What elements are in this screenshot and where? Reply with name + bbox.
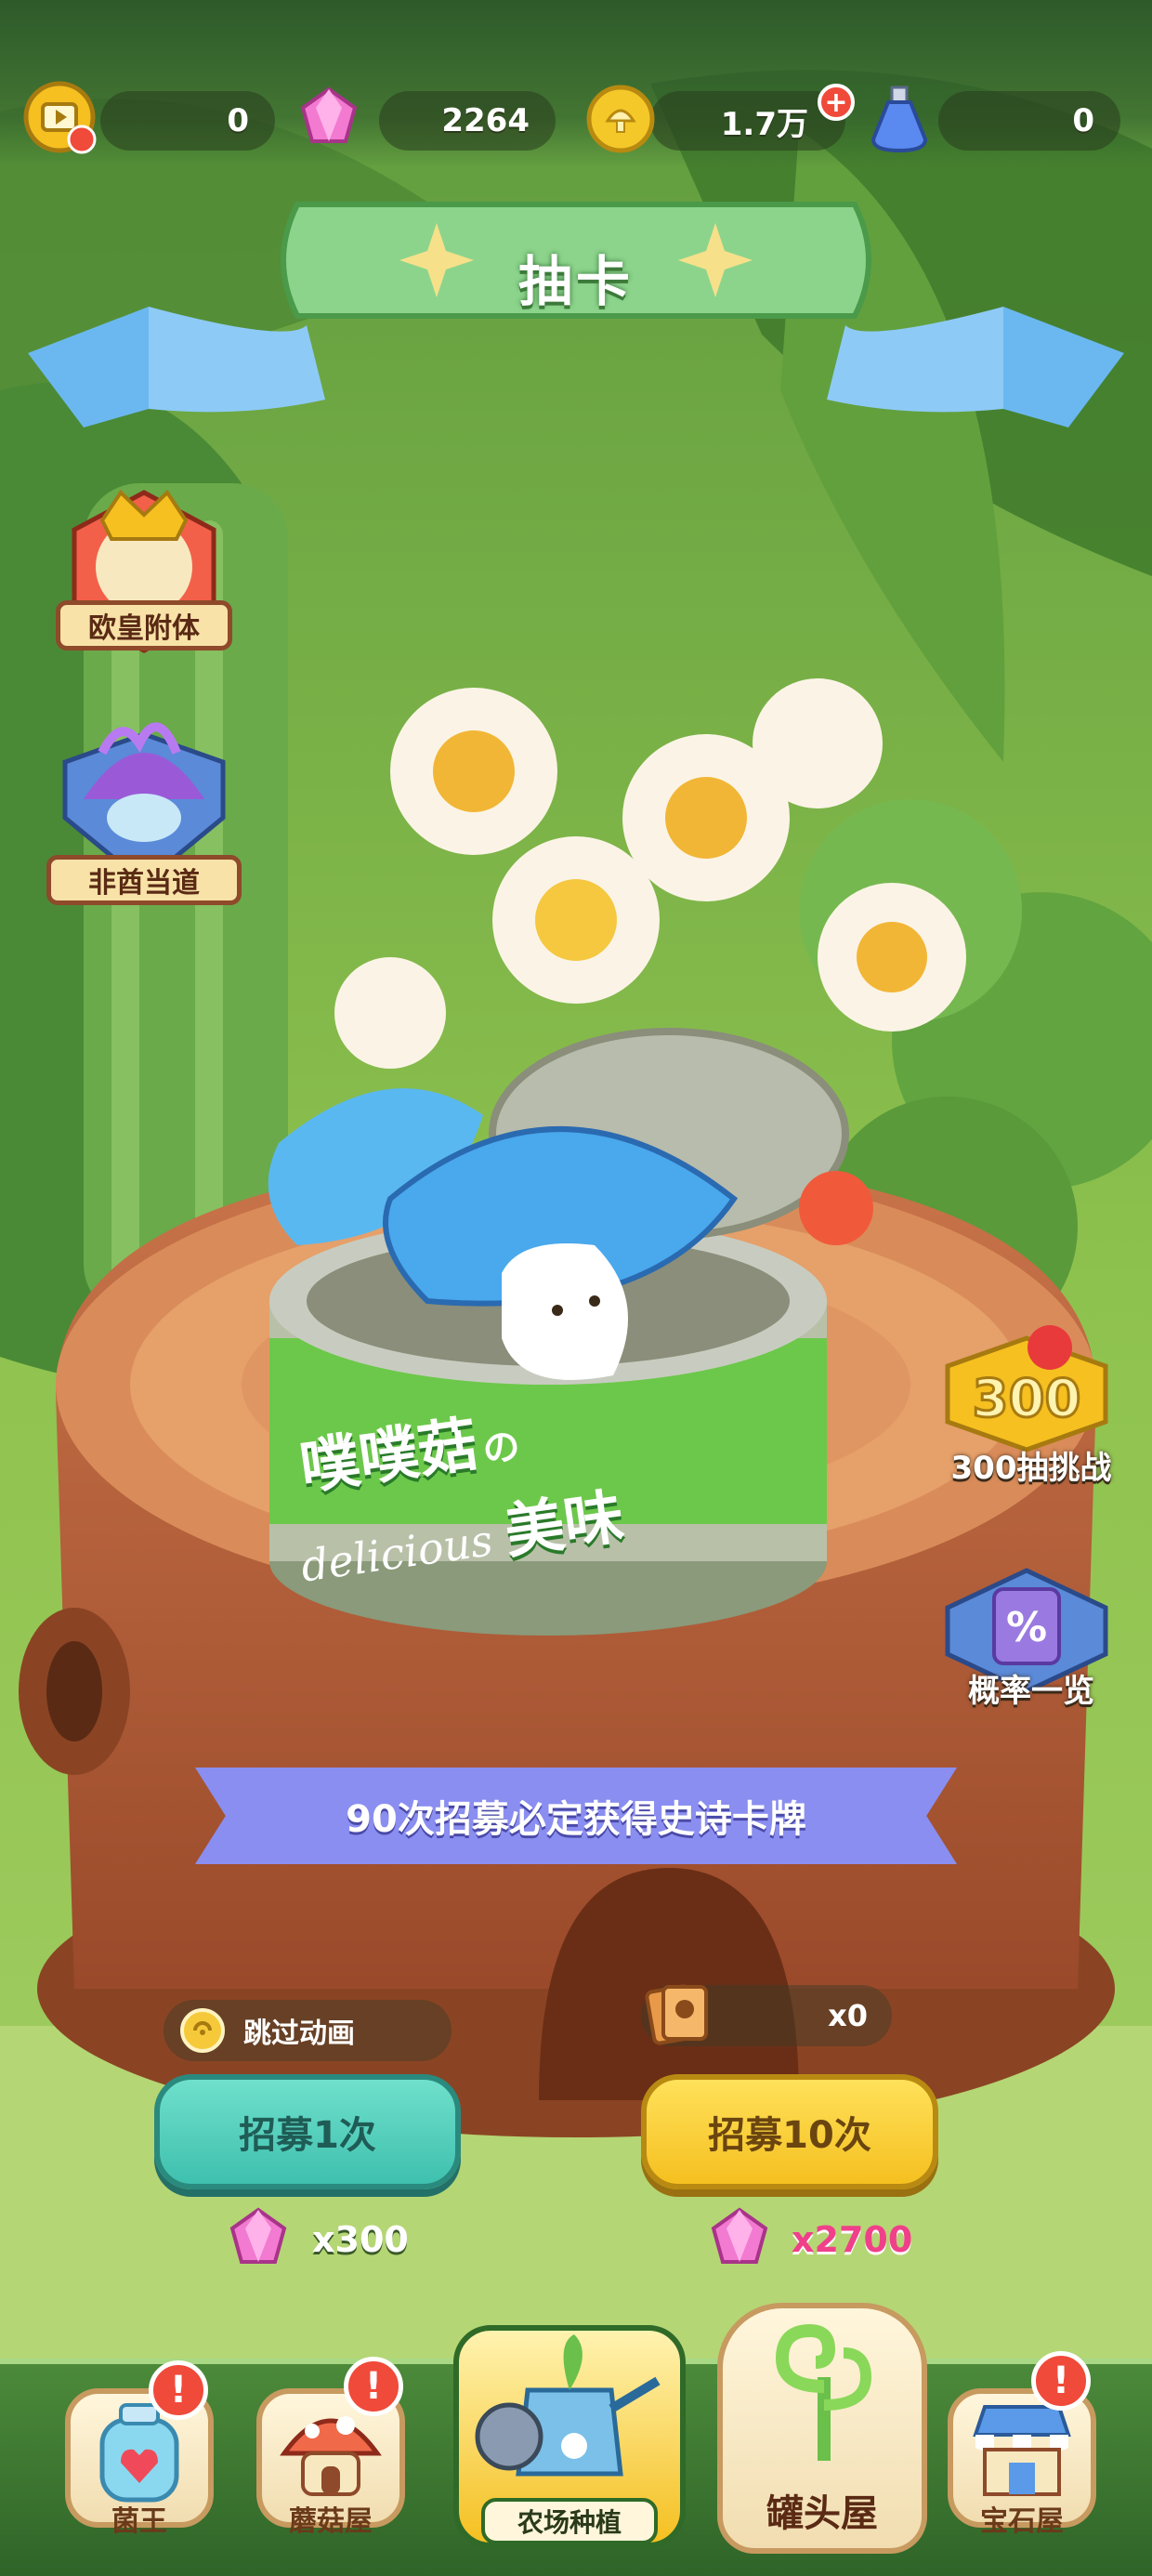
- pink-gem-icon: [229, 2207, 287, 2264]
- event-unlucky-path[interactable]: 非酋当道: [46, 697, 242, 905]
- nav-mushroom-house[interactable]: 蘑菇屋 !: [247, 2357, 414, 2565]
- title-ribbon: [28, 202, 1124, 427]
- alert-badge: !: [149, 2360, 208, 2420]
- alert-icon: !: [1052, 2359, 1070, 2402]
- fern-sprout-icon: [775, 2323, 872, 2461]
- toggle-icon: [180, 2008, 225, 2053]
- skip-animation-toggle[interactable]: 跳过动画: [164, 2000, 452, 2061]
- resource-ad-tickets[interactable]: 0: [100, 91, 275, 151]
- nav-label: 农场种植: [481, 2498, 658, 2544]
- percent-text: %: [1006, 1604, 1047, 1651]
- resource-gems[interactable]: 2264: [379, 91, 556, 151]
- nav-label: 蘑菇屋: [289, 2505, 373, 2538]
- recruit-once-cost: x300: [312, 2219, 409, 2260]
- video-ad-icon[interactable]: [22, 80, 100, 158]
- nav-gem-house[interactable]: 宝石屋 !: [938, 2351, 1106, 2565]
- recruit-ten-button[interactable]: 招募10次: [641, 2074, 938, 2189]
- resource-potions[interactable]: 0: [938, 91, 1120, 151]
- can-label-line2: 美味: [500, 1482, 628, 1568]
- nav-can-house[interactable]: 罐头屋: [717, 2284, 927, 2563]
- pink-gem-icon: [300, 86, 358, 143]
- recruit-ten-cost: x2700: [792, 2219, 913, 2260]
- watering-can-icon: [475, 2334, 661, 2477]
- side-label: 概率一览: [968, 1673, 1094, 1710]
- recruit-once-button[interactable]: 招募1次: [154, 2074, 461, 2189]
- plus-icon: +: [824, 85, 848, 119]
- page-title: 抽卡: [517, 250, 634, 313]
- alert-icon: !: [169, 2369, 188, 2412]
- pity-guarantee-banner: 90次招募必定获得史诗卡牌: [195, 1768, 957, 1864]
- nav-label: 宝石屋: [980, 2505, 1064, 2538]
- alert-badge: !: [344, 2357, 403, 2416]
- recruit-ten-label: 招募10次: [708, 2114, 871, 2157]
- mushroom-300-badge-icon: 300: [945, 1325, 1108, 1452]
- alert-icon: !: [364, 2365, 383, 2408]
- nav-label: 菌王: [111, 2505, 167, 2538]
- skip-animation-label: 跳过动画: [243, 2017, 355, 2050]
- gem-shop-icon: [973, 2405, 1071, 2496]
- resource-value: 1.7万: [720, 105, 808, 143]
- nav-farm-planting[interactable]: 农场种植: [444, 2307, 695, 2567]
- resource-value: 0: [1072, 102, 1094, 139]
- recruit-once-label: 招募1次: [239, 2114, 376, 2157]
- gacha-scene: 噗噗菇 の delicious 美味 0 2264 1.7万 + 0 抽卡 欧皇…: [0, 0, 1152, 2576]
- alert-badge: !: [1031, 2351, 1091, 2411]
- event-lucky-emperor[interactable]: 欧皇附体: [46, 474, 242, 660]
- side-label: 300抽挑战: [950, 1450, 1112, 1487]
- ticket-card-icon: [645, 1984, 708, 2045]
- badge-300-text: 300: [973, 1369, 1081, 1429]
- can-label-connector: の: [479, 1425, 523, 1473]
- gold-coin-icon: [586, 85, 655, 153]
- resource-value: 2264: [441, 102, 530, 139]
- nav-label: 罐头屋: [766, 2492, 878, 2535]
- probability-button[interactable]: % 概率一览: [920, 1552, 1143, 1738]
- nav-mushroom-king[interactable]: 菌王 !: [56, 2360, 223, 2565]
- pink-gem-icon: [711, 2207, 768, 2264]
- add-coins-button[interactable]: +: [818, 84, 855, 121]
- event-label: 欧皇附体: [56, 600, 232, 651]
- potion-bottle-icon: [871, 85, 928, 153]
- resource-coins[interactable]: 1.7万: [650, 91, 845, 151]
- guarantee-text: 90次招募必定获得史诗卡牌: [346, 1798, 806, 1841]
- ticket-count-value: x0: [828, 1998, 868, 2033]
- event-label: 非酋当道: [46, 855, 242, 905]
- challenge-300-button[interactable]: 300 300抽挑战: [920, 1320, 1143, 1505]
- resource-value: 0: [227, 102, 249, 139]
